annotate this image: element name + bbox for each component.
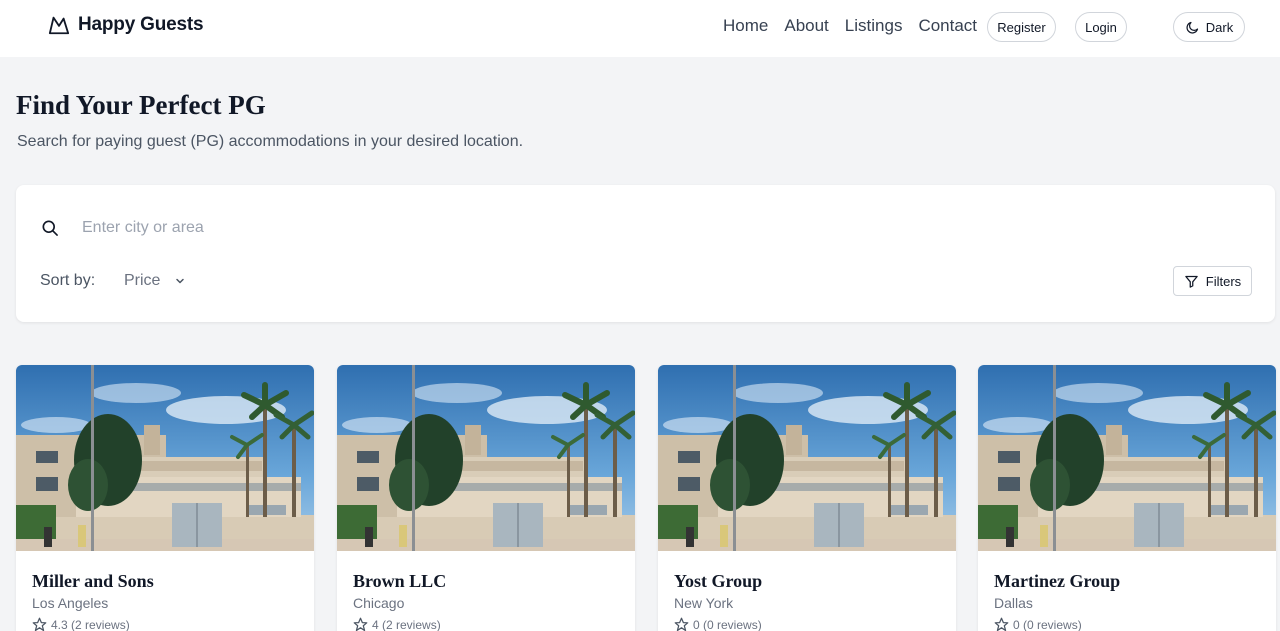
login-button[interactable]: Login (1075, 12, 1127, 42)
sort-selected-value: Price (124, 272, 161, 289)
nav-contact[interactable]: Contact (918, 16, 977, 36)
listing-card[interactable]: Brown LLC Chicago 4 (2 reviews) (337, 365, 635, 631)
rating-text: 4 (2 reviews) (372, 617, 441, 631)
listing-card[interactable]: Miller and Sons Los Angeles 4.3 (2 revie… (16, 365, 314, 631)
listing-card[interactable]: Martinez Group Dallas 0 (0 reviews) (978, 365, 1276, 631)
brand-name: Happy Guests (78, 14, 204, 35)
brand-link[interactable]: Happy Guests (48, 14, 204, 36)
search-icon (42, 220, 58, 236)
nav-listings[interactable]: Listings (845, 16, 903, 36)
listing-name: Yost Group (674, 571, 763, 591)
moon-icon (1186, 21, 1198, 34)
listing-rating: 0 (0 reviews) (674, 617, 762, 631)
rating-text: 0 (0 reviews) (1013, 617, 1082, 631)
register-label: Register (997, 19, 1046, 35)
listing-name: Brown LLC (353, 571, 447, 591)
filters-button[interactable]: Filters (1173, 266, 1252, 296)
page-title: Find Your Perfect PG (16, 90, 266, 120)
theme-toggle-button[interactable]: Dark (1173, 12, 1245, 42)
main-nav: Home About Listings Contact (723, 16, 977, 36)
listing-city: New York (674, 595, 734, 611)
login-label: Login (1085, 19, 1117, 35)
sort-select[interactable]: Price (124, 269, 204, 293)
star-icon (32, 617, 47, 631)
star-icon (994, 617, 1009, 631)
star-icon (353, 617, 368, 631)
nav-about[interactable]: About (784, 16, 828, 36)
listing-name: Miller and Sons (32, 571, 154, 591)
listing-photo (978, 365, 1276, 551)
listing-rating: 0 (0 reviews) (994, 617, 1082, 631)
filters-label: Filters (1205, 273, 1242, 289)
listing-photo (337, 365, 635, 551)
listing-city: Chicago (353, 595, 405, 611)
listing-city: Dallas (994, 595, 1033, 611)
theme-label: Dark (1205, 19, 1234, 35)
rating-text: 0 (0 reviews) (693, 617, 762, 631)
sort-label: Sort by: (40, 272, 96, 289)
listing-city: Los Angeles (32, 595, 109, 611)
listing-rating: 4 (2 reviews) (353, 617, 441, 631)
filter-icon (1185, 275, 1198, 288)
rating-text: 4.3 (2 reviews) (51, 617, 130, 631)
mountain-logo-icon (48, 16, 70, 35)
search-panel: Sort by: Price Filters (16, 185, 1275, 322)
listing-name: Martinez Group (994, 571, 1121, 591)
listing-card[interactable]: Yost Group New York 0 (0 reviews) (658, 365, 956, 631)
page-subtitle: Search for paying guest (PG) accommodati… (17, 133, 524, 150)
listing-rating: 4.3 (2 reviews) (32, 617, 130, 631)
register-button[interactable]: Register (987, 12, 1056, 42)
star-icon (674, 617, 689, 631)
listing-photo (16, 365, 314, 551)
search-input[interactable] (76, 213, 776, 243)
listing-photo (658, 365, 956, 551)
chevron-down-icon (176, 278, 185, 284)
top-navbar: Happy Guests Home About Listings Contact… (0, 0, 1280, 57)
nav-home[interactable]: Home (723, 16, 768, 36)
